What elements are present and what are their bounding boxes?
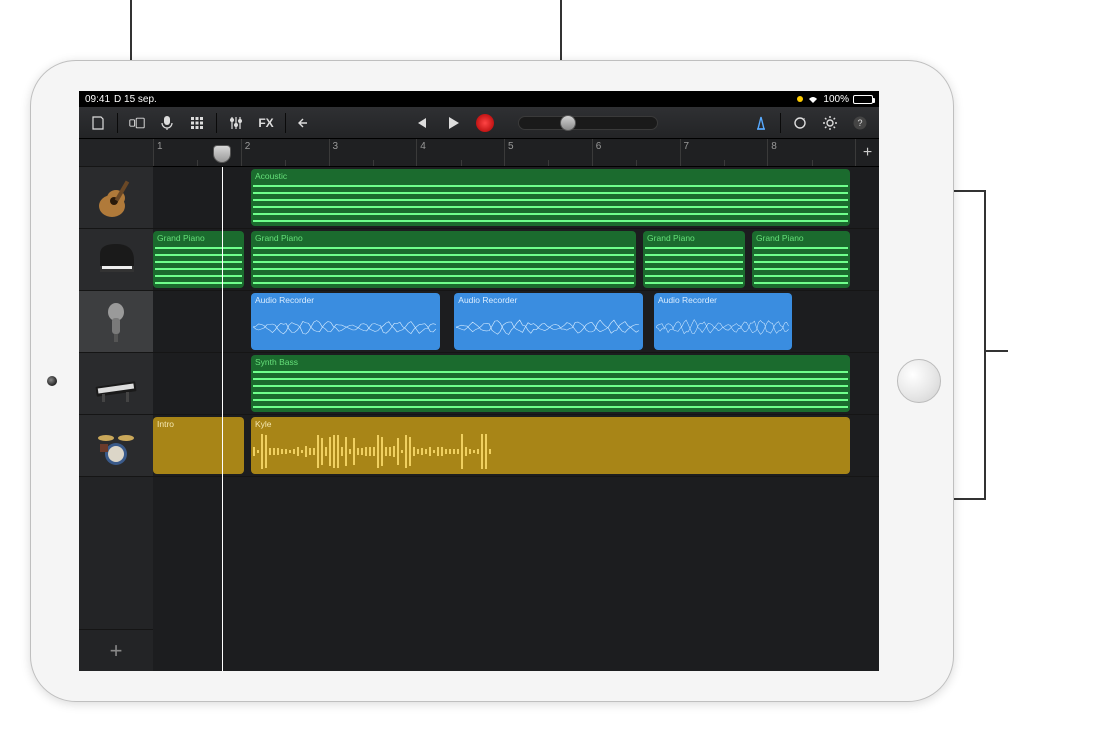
track-row-synth-keyboard[interactable]: Synth Bass — [153, 353, 879, 415]
synth-keyboard-icon — [92, 360, 140, 408]
region-drum-kit-1[interactable]: Kyle — [251, 417, 850, 474]
settings-button[interactable] — [817, 111, 843, 135]
region-content — [456, 307, 641, 348]
region-grand-piano-3[interactable]: Grand Piano — [752, 231, 850, 288]
region-label: Grand Piano — [255, 233, 632, 243]
region-label: Grand Piano — [157, 233, 240, 243]
track-header-acoustic-guitar[interactable] — [79, 167, 153, 229]
region-grand-piano-0[interactable]: Grand Piano — [153, 231, 244, 288]
track-view-button[interactable] — [184, 111, 210, 135]
region-content — [645, 245, 743, 286]
status-time: 09:41 — [85, 94, 110, 105]
loop-browser-button[interactable] — [787, 111, 813, 135]
undo-button[interactable] — [292, 111, 318, 135]
tracks-area: + 12345678 + AcousticGrand PianoGrand Pi… — [79, 139, 879, 671]
status-date: D 15 sep. — [114, 94, 157, 105]
ipad-device-frame: 09:41 D 15 sep. 100% — [30, 60, 954, 702]
region-label: Audio Recorder — [255, 295, 436, 305]
region-label: Intro — [157, 419, 240, 429]
control-bar: FX — [79, 107, 879, 139]
tracks-rows-container: AcousticGrand PianoGrand PianoGrand Pian… — [153, 167, 879, 671]
region-content — [253, 369, 848, 410]
ruler-bar-5[interactable]: 5 — [504, 139, 592, 166]
region-acoustic-guitar-0[interactable]: Acoustic — [251, 169, 850, 226]
microphone-icon — [92, 298, 140, 346]
region-content — [656, 307, 790, 348]
region-synth-keyboard-0[interactable]: Synth Bass — [251, 355, 850, 412]
region-microphone-0[interactable]: Audio Recorder — [251, 293, 440, 350]
home-button[interactable] — [897, 359, 941, 403]
drum-kit-icon — [92, 422, 140, 470]
go-to-beginning-button[interactable] — [408, 111, 434, 135]
region-content — [155, 431, 242, 472]
my-songs-button[interactable] — [85, 111, 111, 135]
track-header-drum-kit[interactable] — [79, 415, 153, 477]
region-label: Grand Piano — [647, 233, 741, 243]
track-header-synth-keyboard[interactable] — [79, 353, 153, 415]
track-headers: + — [79, 139, 153, 671]
microphone-record-icon[interactable] — [154, 111, 180, 135]
region-content — [253, 183, 848, 224]
ruler-bar-7[interactable]: 7 — [680, 139, 768, 166]
browser-button[interactable] — [124, 111, 150, 135]
record-button[interactable] — [472, 111, 498, 135]
device-camera — [47, 376, 57, 386]
ruler-bar-3[interactable]: 3 — [329, 139, 417, 166]
ruler-bar-1[interactable]: 1 — [153, 139, 241, 166]
ruler-bar-4[interactable]: 4 — [416, 139, 504, 166]
region-grand-piano-2[interactable]: Grand Piano — [643, 231, 745, 288]
ruler[interactable]: 12345678 + — [153, 139, 879, 167]
help-button[interactable]: ? — [847, 111, 873, 135]
track-row-acoustic-guitar[interactable]: Acoustic — [153, 167, 879, 229]
battery-percentage: 100% — [823, 94, 849, 105]
svg-text:?: ? — [857, 118, 862, 128]
ruler-bar-6[interactable]: 6 — [592, 139, 680, 166]
region-label: Kyle — [255, 419, 846, 429]
add-section-button[interactable]: + — [855, 139, 879, 166]
track-row-drum-kit[interactable]: Intro Kyle — [153, 415, 879, 477]
track-controls-button[interactable] — [223, 111, 249, 135]
status-bar: 09:41 D 15 sep. 100% — [79, 91, 879, 107]
timeline-area: 12345678 + AcousticGrand PianoGrand Pian… — [153, 139, 879, 671]
track-row-grand-piano[interactable]: Grand Piano Grand Piano Grand Piano Grand P… — [153, 229, 879, 291]
track-row-microphone[interactable]: Audio Recorder Audio Recorder Audio Record… — [153, 291, 879, 353]
region-microphone-2[interactable]: Audio Recorder — [654, 293, 792, 350]
region-label: Synth Bass — [255, 357, 846, 367]
region-content — [754, 245, 848, 286]
ruler-bar-8[interactable]: 8 — [767, 139, 855, 166]
region-content — [253, 245, 634, 286]
region-content — [155, 245, 242, 286]
master-volume-slider[interactable] — [518, 116, 658, 130]
fx-label: FX — [258, 116, 273, 130]
ruler-bar-2[interactable]: 2 — [241, 139, 329, 166]
region-content — [253, 431, 848, 472]
region-label: Acoustic — [255, 171, 846, 181]
metronome-button[interactable] — [748, 111, 774, 135]
slider-thumb[interactable] — [560, 115, 576, 131]
track-header-microphone[interactable] — [79, 291, 153, 353]
battery-icon — [853, 95, 873, 104]
track-header-grand-piano[interactable] — [79, 229, 153, 291]
wifi-icon — [797, 96, 803, 102]
region-label: Audio Recorder — [658, 295, 788, 305]
app-screen: 09:41 D 15 sep. 100% — [79, 91, 879, 671]
play-button[interactable] — [440, 111, 466, 135]
region-microphone-1[interactable]: Audio Recorder — [454, 293, 643, 350]
add-track-button[interactable]: + — [79, 629, 153, 671]
wifi-signal-icon — [807, 94, 819, 104]
acoustic-guitar-icon — [92, 174, 140, 222]
callout-line-right-mid — [984, 350, 1008, 352]
region-drum-kit-0[interactable]: Intro — [153, 417, 244, 474]
region-label: Audio Recorder — [458, 295, 639, 305]
grand-piano-icon — [92, 236, 140, 284]
region-content — [253, 307, 438, 348]
region-label: Grand Piano — [756, 233, 846, 243]
callout-line-right-side — [984, 190, 986, 500]
region-grand-piano-1[interactable]: Grand Piano — [251, 231, 636, 288]
fx-button[interactable]: FX — [253, 111, 279, 135]
